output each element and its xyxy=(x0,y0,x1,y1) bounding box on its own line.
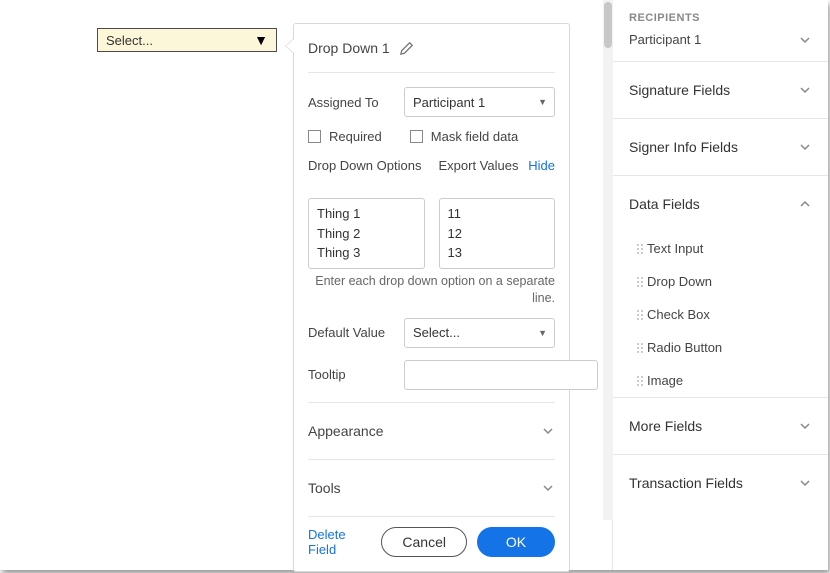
scrollbar-thumb[interactable] xyxy=(604,2,612,48)
options-hint: Enter each drop down option on a separat… xyxy=(308,273,555,308)
recipient-name: Participant 1 xyxy=(629,32,701,47)
chevron-down-icon: ▼ xyxy=(254,32,268,48)
field-name-label: Drop Down 1 xyxy=(308,40,390,56)
chevron-up-icon xyxy=(798,197,812,211)
drop-down-item[interactable]: Drop Down xyxy=(613,265,828,298)
dropdown-field-placeholder: Select... xyxy=(106,33,153,48)
edit-name-icon[interactable] xyxy=(400,41,414,55)
export-column: Export Values Hide 11 12 13 xyxy=(439,158,556,269)
field-properties-popover: Drop Down 1 Assigned To Participant 1 Re… xyxy=(293,23,570,572)
hide-export-link[interactable]: Hide xyxy=(528,158,555,173)
dropdown-field-instance[interactable]: Select... ▼ xyxy=(97,28,277,52)
signer-info-fields-section[interactable]: Signer Info Fields xyxy=(613,118,828,175)
recipients-header: RECIPIENTS xyxy=(613,0,828,24)
required-checkbox-item[interactable]: Required xyxy=(308,129,382,144)
grip-icon xyxy=(637,376,639,386)
default-value-select-wrap: Select... xyxy=(404,318,555,348)
export-label: Export Values xyxy=(439,158,519,175)
data-fields-section[interactable]: Data Fields xyxy=(613,175,828,232)
default-value-select[interactable]: Select... xyxy=(404,318,555,348)
item-label: Image xyxy=(647,373,683,388)
grip-icon xyxy=(637,343,639,353)
text-input-item[interactable]: Text Input xyxy=(613,232,828,265)
item-label: Radio Button xyxy=(647,340,722,355)
section-label: More Fields xyxy=(629,418,702,434)
default-value-label: Default Value xyxy=(308,325,394,341)
image-item[interactable]: Image xyxy=(613,364,828,397)
options-header: Drop Down Options xyxy=(308,158,425,192)
tools-section[interactable]: Tools xyxy=(308,470,555,506)
mask-label: Mask field data xyxy=(431,129,518,144)
item-label: Drop Down xyxy=(647,274,712,289)
chevron-down-icon xyxy=(798,476,812,490)
divider xyxy=(308,459,555,460)
chevron-down-icon xyxy=(798,419,812,433)
assigned-to-select[interactable]: Participant 1 xyxy=(404,87,555,117)
ok-button[interactable]: OK xyxy=(477,527,555,557)
delete-field-link[interactable]: Delete Field xyxy=(308,527,371,557)
action-row: Delete Field Cancel OK xyxy=(308,527,555,557)
export-textarea[interactable]: 11 12 13 xyxy=(439,198,556,269)
sidebar-scrollbar[interactable] xyxy=(603,0,613,520)
data-fields-items: Text Input Drop Down Check Box Radio But… xyxy=(613,232,828,397)
assigned-to-label: Assigned To xyxy=(308,95,394,110)
signature-fields-section[interactable]: Signature Fields xyxy=(613,61,828,118)
divider xyxy=(308,402,555,403)
options-textarea[interactable]: Thing 1 Thing 2 Thing 3 xyxy=(308,198,425,269)
chevron-down-icon xyxy=(541,481,555,495)
appearance-section[interactable]: Appearance xyxy=(308,413,555,449)
divider xyxy=(308,516,555,517)
tooltip-row: Tooltip xyxy=(308,360,555,390)
recipient-select[interactable]: Participant 1 xyxy=(613,24,828,61)
chevron-down-icon xyxy=(798,83,812,97)
section-label: Signer Info Fields xyxy=(629,139,738,155)
checkbox-row: Required Mask field data xyxy=(308,129,555,144)
chevron-down-icon xyxy=(541,424,555,438)
required-checkbox[interactable] xyxy=(308,130,321,143)
default-value-row: Default Value Select... xyxy=(308,318,555,348)
item-label: Text Input xyxy=(647,241,703,256)
tooltip-label: Tooltip xyxy=(308,367,394,382)
section-label: Signature Fields xyxy=(629,82,730,98)
appearance-label: Appearance xyxy=(308,423,384,439)
mask-checkbox[interactable] xyxy=(410,130,423,143)
section-label: Transaction Fields xyxy=(629,475,743,491)
chevron-down-icon xyxy=(798,33,812,47)
grip-icon xyxy=(637,277,639,287)
canvas-area: Select... ▼ Drop Down 1 Assigned To Part… xyxy=(0,0,612,570)
more-fields-section[interactable]: More Fields xyxy=(613,397,828,454)
required-label: Required xyxy=(329,129,382,144)
tools-label: Tools xyxy=(308,480,341,496)
options-label: Drop Down Options xyxy=(308,158,421,175)
app-frame: Select... ▼ Drop Down 1 Assigned To Part… xyxy=(0,0,828,570)
cancel-button[interactable]: Cancel xyxy=(381,527,467,557)
item-label: Check Box xyxy=(647,307,710,322)
grip-icon xyxy=(637,244,639,254)
section-label: Data Fields xyxy=(629,196,700,212)
assigned-to-row: Assigned To Participant 1 xyxy=(308,87,555,117)
sidebar: RECIPIENTS Participant 1 Signature Field… xyxy=(612,0,828,570)
assigned-to-select-wrap: Participant 1 xyxy=(404,87,555,117)
options-column: Drop Down Options Thing 1 Thing 2 Thing … xyxy=(308,158,425,269)
chevron-down-icon xyxy=(798,140,812,154)
check-box-item[interactable]: Check Box xyxy=(613,298,828,331)
transaction-fields-section[interactable]: Transaction Fields xyxy=(613,454,828,511)
options-columns: Drop Down Options Thing 1 Thing 2 Thing … xyxy=(308,158,555,269)
radio-button-item[interactable]: Radio Button xyxy=(613,331,828,364)
export-header: Export Values Hide xyxy=(439,158,556,192)
field-name-row: Drop Down 1 xyxy=(308,40,555,73)
mask-checkbox-item[interactable]: Mask field data xyxy=(410,129,518,144)
grip-icon xyxy=(637,310,639,320)
tooltip-input[interactable] xyxy=(404,360,598,390)
